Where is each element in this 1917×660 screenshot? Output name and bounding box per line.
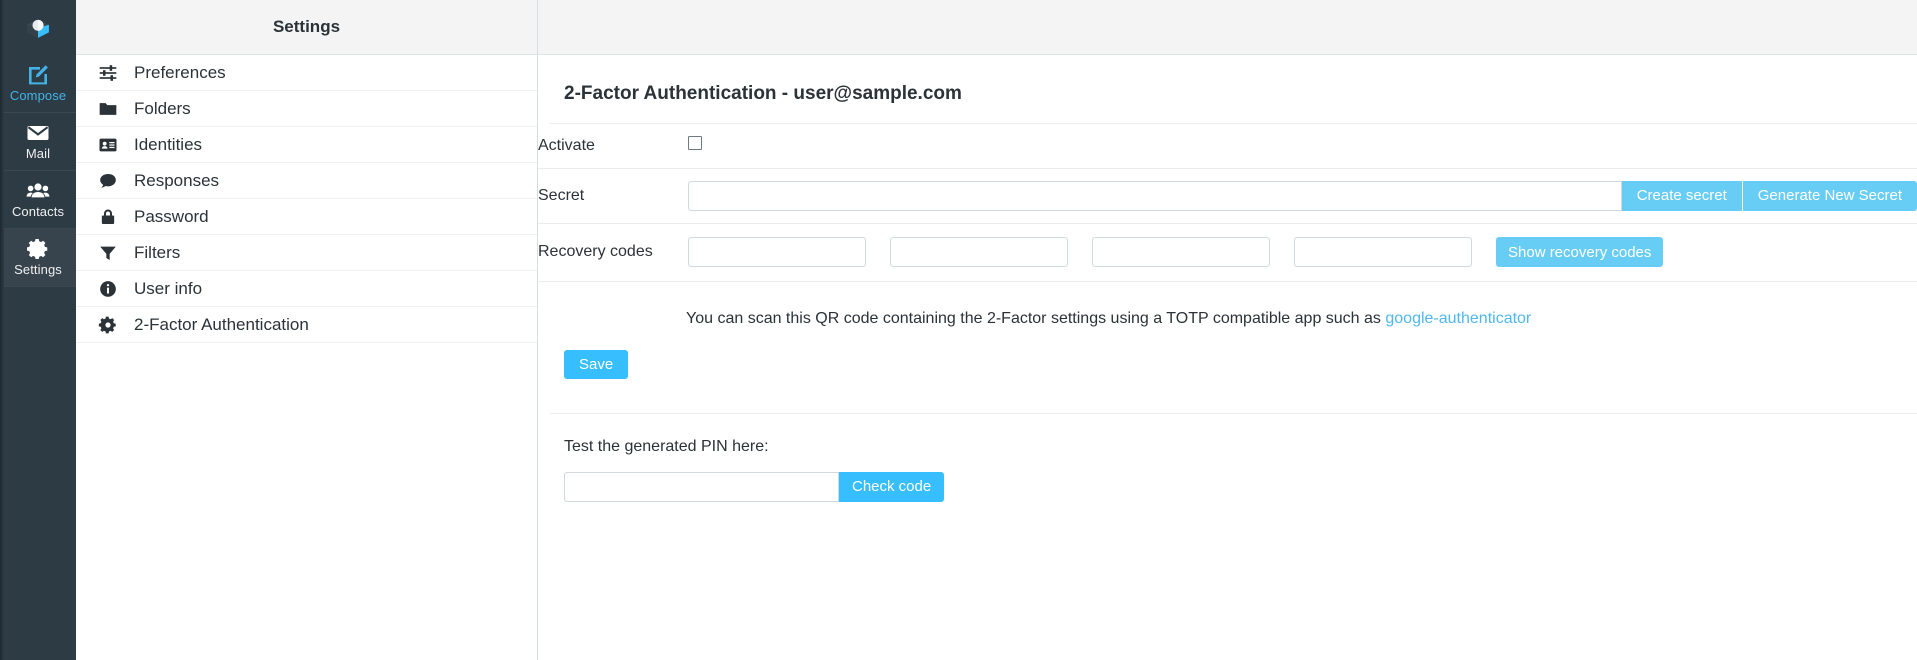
taskbar-item-settings[interactable]: Settings bbox=[0, 229, 76, 287]
recovery-code-input-1[interactable] bbox=[688, 237, 866, 267]
form-row-secret: Secret Create secret Generate New Secret bbox=[538, 168, 1917, 223]
secret-input-group: Create secret Generate New Secret bbox=[688, 180, 1917, 211]
sidebar-item-filters[interactable]: Filters bbox=[76, 235, 537, 271]
test-pin-block: Test the generated PIN here: Check code bbox=[538, 414, 1917, 502]
sidebar-item-preferences-label: Preferences bbox=[134, 62, 226, 82]
secret-input[interactable] bbox=[688, 180, 1622, 211]
google-authenticator-link[interactable]: google-authenticator bbox=[1385, 310, 1531, 327]
sidebar-item-responses[interactable]: Responses bbox=[76, 163, 537, 199]
id-card-icon bbox=[99, 138, 117, 151]
secret-cell: Create secret Generate New Secret bbox=[688, 168, 1917, 223]
settings-list-panel: Settings Preferences Folders Identities … bbox=[76, 0, 538, 660]
app-taskbar: Compose Mail Contacts Settings bbox=[0, 0, 76, 660]
activate-cell bbox=[688, 124, 1917, 168]
sliders-icon bbox=[99, 64, 117, 81]
sidebar-item-folders-label: Folders bbox=[134, 98, 191, 118]
sidebar-item-identities-label: Identities bbox=[134, 134, 203, 154]
folder-icon bbox=[99, 102, 117, 115]
gear-icon bbox=[98, 316, 116, 333]
funnel-icon bbox=[100, 246, 116, 260]
activate-label: Activate bbox=[538, 136, 595, 154]
taskbar-item-compose-label: Compose bbox=[9, 88, 67, 104]
roundcube-logo bbox=[0, 0, 76, 55]
settings-list-header: Settings bbox=[76, 0, 537, 55]
form-row-activate: Activate bbox=[538, 124, 1917, 168]
settings-nav-list: Preferences Folders Identities Responses… bbox=[76, 55, 537, 343]
qr-note-text: You can scan this QR code containing the… bbox=[686, 309, 1386, 327]
speech-bubble-icon bbox=[100, 173, 116, 188]
recovery-codes-cell: Show recovery codes bbox=[688, 223, 1917, 281]
recovery-code-input-2[interactable] bbox=[890, 237, 1068, 267]
save-button-wrap: Save bbox=[538, 328, 1917, 379]
mail-icon bbox=[27, 126, 49, 141]
recovery-code-input-3[interactable] bbox=[1092, 237, 1270, 267]
sidebar-item-filters-label: Filters bbox=[134, 242, 181, 262]
sidebar-item-password[interactable]: Password bbox=[76, 199, 537, 235]
roundcube-logo-icon bbox=[27, 18, 49, 38]
sidebar-item-user-info[interactable]: User info bbox=[76, 271, 537, 307]
recovery-codes-label: Recovery codes bbox=[538, 243, 653, 260]
qr-note: You can scan this QR code containing the… bbox=[538, 282, 1917, 328]
activate-checkbox[interactable] bbox=[688, 136, 702, 151]
taskbar-item-contacts-label: Contacts bbox=[11, 204, 65, 220]
test-pin-input[interactable] bbox=[564, 471, 839, 502]
contacts-icon bbox=[26, 183, 50, 198]
info-icon bbox=[100, 280, 116, 297]
taskbar-item-settings-label: Settings bbox=[14, 262, 62, 278]
secret-label: Secret bbox=[538, 186, 585, 204]
app-root: Compose Mail Contacts Settings Settings … bbox=[0, 0, 1917, 660]
sidebar-item-responses-label: Responses bbox=[134, 170, 220, 190]
check-code-button[interactable]: Check code bbox=[839, 471, 945, 502]
sidebar-item-identities[interactable]: Identities bbox=[76, 127, 537, 163]
gear-icon bbox=[27, 239, 48, 260]
sidebar-item-user-info-label: User info bbox=[134, 278, 203, 298]
taskbar-item-mail[interactable]: Mail bbox=[0, 113, 76, 171]
save-button[interactable]: Save bbox=[564, 349, 629, 379]
recovery-code-input-4[interactable] bbox=[1294, 237, 1472, 267]
content-frame: 2-Factor Authentication - user@sample.co… bbox=[538, 0, 1917, 660]
sidebar-item-2fa-label: 2-Factor Authentication bbox=[134, 314, 309, 334]
lock-icon bbox=[101, 209, 115, 224]
taskbar-item-compose[interactable]: Compose bbox=[0, 55, 76, 113]
sidebar-item-folders[interactable]: Folders bbox=[76, 91, 537, 127]
test-pin-label: Test the generated PIN here: bbox=[564, 437, 769, 455]
sidebar-item-preferences[interactable]: Preferences bbox=[76, 55, 537, 91]
content-body: 2-Factor Authentication - user@sample.co… bbox=[538, 55, 1917, 660]
taskbar-item-contacts[interactable]: Contacts bbox=[0, 171, 76, 229]
page-title: 2-Factor Authentication - user@sample.co… bbox=[550, 55, 1917, 124]
recovery-codes-group: Show recovery codes bbox=[688, 237, 1917, 267]
form-row-recovery-codes: Recovery codes Show recovery codes bbox=[538, 223, 1917, 281]
compose-icon bbox=[29, 65, 48, 85]
sidebar-item-2fa[interactable]: 2-Factor Authentication bbox=[76, 307, 537, 343]
content-header-bar bbox=[538, 0, 1917, 55]
create-secret-button[interactable]: Create secret bbox=[1621, 180, 1743, 211]
sidebar-item-password-label: Password bbox=[134, 206, 209, 226]
twofactor-form-table: Activate Secret Create secret Generate N… bbox=[538, 124, 1917, 282]
show-recovery-codes-button[interactable]: Show recovery codes bbox=[1496, 237, 1664, 267]
generate-new-secret-button[interactable]: Generate New Secret bbox=[1742, 180, 1917, 211]
taskbar-item-mail-label: Mail bbox=[25, 146, 51, 162]
test-pin-input-group: Check code bbox=[564, 471, 1917, 502]
